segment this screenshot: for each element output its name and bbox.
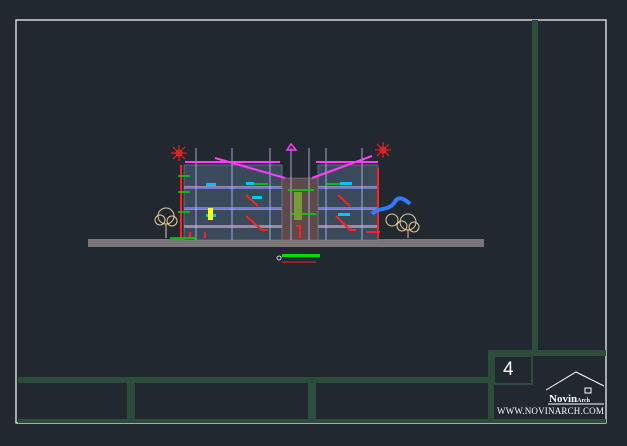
scale-bar	[276, 254, 320, 263]
brand-logo-text: NovinArch	[549, 393, 590, 405]
roof-plant-right-icon	[375, 142, 391, 158]
atrium-glass	[294, 192, 302, 220]
tree-right-icon	[385, 213, 420, 238]
title-block-divider-2	[308, 380, 316, 421]
title-block-bottom-bar	[18, 377, 494, 383]
tree-left-icon	[154, 207, 178, 238]
title-block-divider-1	[127, 380, 135, 421]
brand-url: WWW.NOVINARCH.COM	[497, 406, 605, 416]
yellow-element	[208, 208, 213, 220]
title-block-right-bar	[532, 20, 538, 354]
brand-name-suffix: Arch	[577, 398, 591, 404]
sheet-number: 4	[503, 359, 514, 380]
building-section	[88, 142, 484, 263]
left-block	[183, 164, 283, 241]
cad-viewport[interactable]	[0, 0, 627, 446]
brand-name: Novin	[549, 393, 578, 405]
atrium-roof-peak	[285, 142, 298, 151]
roof-plant-left-icon	[171, 145, 187, 161]
